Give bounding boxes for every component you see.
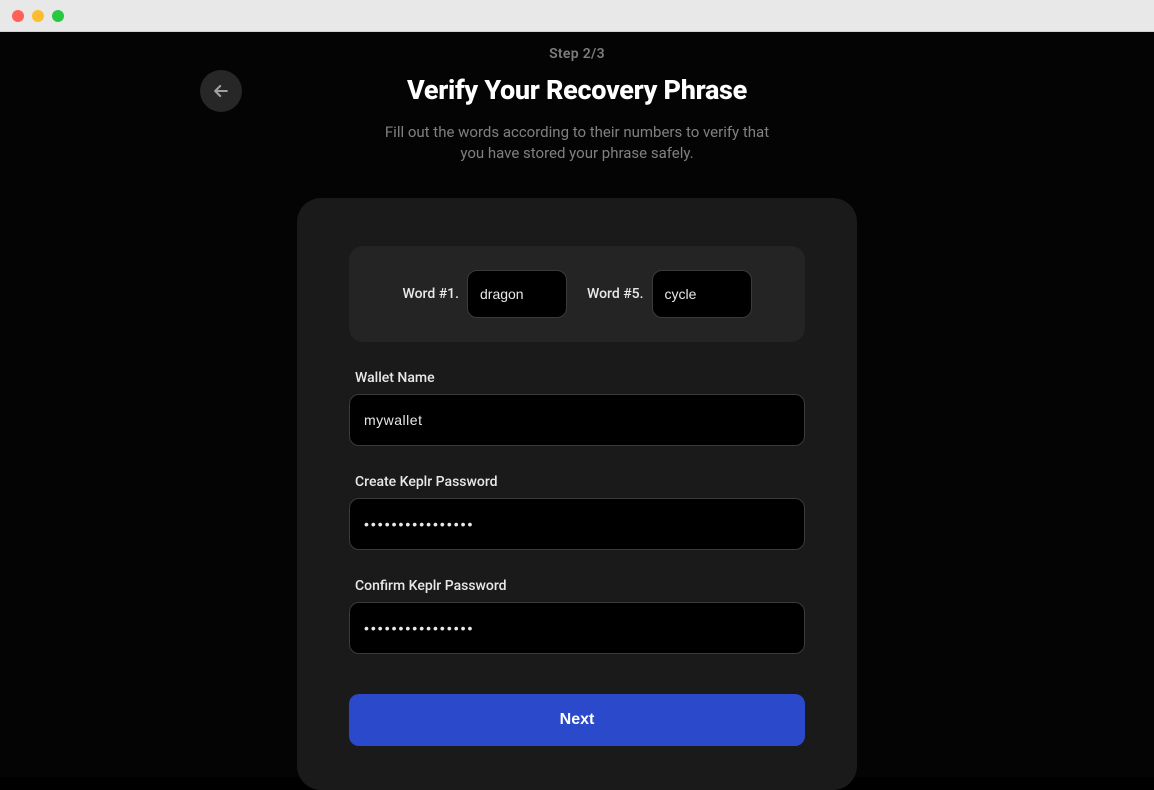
word-group-2: Word #5. [587, 270, 752, 318]
word-group-1: Word #1. [402, 270, 567, 318]
create-password-group: Create Keplr Password [349, 474, 805, 550]
create-password-input[interactable] [349, 498, 805, 550]
maximize-window-button[interactable] [52, 10, 64, 22]
page-header: Step 2/3 Verify Your Recovery Phrase Fil… [0, 32, 1154, 164]
form-card: Word #1. Word #5. Wallet Name Create Kep… [297, 198, 857, 790]
page-title: Verify Your Recovery Phrase [0, 74, 1154, 106]
create-password-label: Create Keplr Password [349, 474, 805, 490]
word-label: Word #5. [587, 286, 644, 302]
window-titlebar [0, 0, 1154, 32]
main-content: Step 2/3 Verify Your Recovery Phrase Fil… [0, 32, 1154, 777]
page-subtitle: Fill out the words according to their nu… [377, 122, 777, 164]
wallet-name-label: Wallet Name [349, 370, 805, 386]
arrow-left-icon [211, 81, 231, 101]
step-indicator: Step 2/3 [0, 46, 1154, 62]
confirm-password-input[interactable] [349, 602, 805, 654]
wallet-name-group: Wallet Name [349, 370, 805, 446]
word-label: Word #1. [402, 286, 459, 302]
confirm-password-label: Confirm Keplr Password [349, 578, 805, 594]
close-window-button[interactable] [12, 10, 24, 22]
word-input-2[interactable] [652, 270, 752, 318]
wallet-name-input[interactable] [349, 394, 805, 446]
next-button[interactable]: Next [349, 694, 805, 746]
confirm-password-group: Confirm Keplr Password [349, 578, 805, 654]
verify-words-box: Word #1. Word #5. [349, 246, 805, 342]
back-button[interactable] [200, 70, 242, 112]
minimize-window-button[interactable] [32, 10, 44, 22]
word-input-1[interactable] [467, 270, 567, 318]
